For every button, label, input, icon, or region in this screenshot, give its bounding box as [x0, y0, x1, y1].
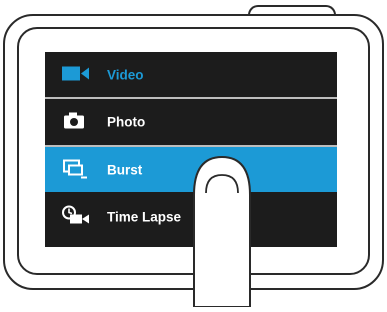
- video-camera-icon: [62, 64, 90, 85]
- menu-item-label: Burst: [107, 162, 143, 177]
- camera-icon: [62, 111, 86, 132]
- time-lapse-icon: [62, 205, 90, 228]
- menu-item-label: Video: [107, 67, 144, 82]
- menu-item-photo[interactable]: Photo: [45, 99, 337, 144]
- menu-item-label: Time Lapse: [107, 209, 182, 224]
- burst-icon: [62, 158, 88, 181]
- menu-item-label: Photo: [107, 114, 146, 129]
- menu-item-video[interactable]: Video: [45, 52, 337, 97]
- finger-tap-icon: [186, 147, 258, 308]
